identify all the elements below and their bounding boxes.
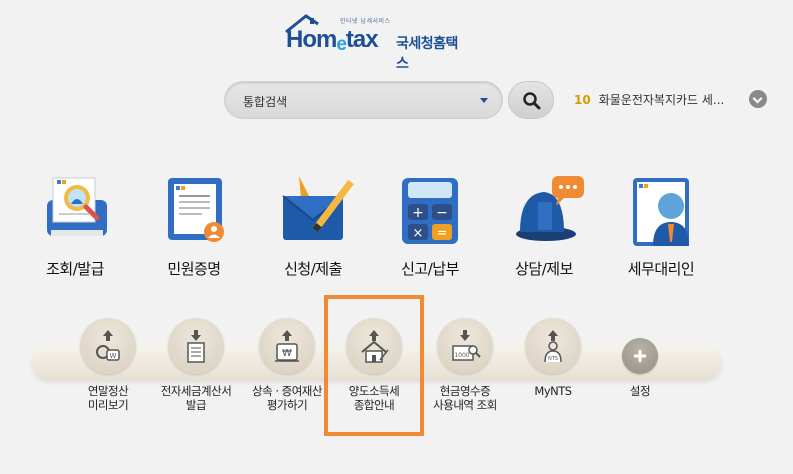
user-nts-icon: NTS [525,318,581,374]
ticker-text: 화물운전자복지카드 세... [598,93,725,107]
sub-inheritance-valuation[interactable]: ₩ 상속 · 증여재산 평가하기 [244,318,330,412]
popular-search-ticker[interactable]: 10 화물운전자복지카드 세... [574,91,724,108]
sub-label: 현금영수증 사용내역 조회 [433,384,497,412]
search-icon [523,92,541,110]
sub-settings[interactable]: 설정 [597,318,683,398]
chat-bubble-icon [502,170,586,254]
envelope-pencil-icon [271,170,355,254]
sub-e-invoice[interactable]: 전자세금계산서 발급 [153,318,239,412]
svg-text:W: W [110,352,117,360]
invoice-icon [168,318,224,374]
ticker-expand-icon[interactable] [749,90,767,108]
receipt-search-icon: 1000 [437,318,493,374]
sub-label: 상속 · 증여재산 평가하기 [252,384,322,412]
svg-text:1000: 1000 [454,352,469,359]
sub-label: 설정 [629,384,651,398]
svg-text:NTS: NTS [548,356,558,362]
hometax-logo[interactable]: 인터넷 납세서비스 Hometax 국세청홈택스 [282,12,462,72]
menu-label: 세무대리인 [627,260,695,278]
coins-icon: W [80,318,136,374]
menu-label: 민원증명 [167,260,221,278]
menu-label: 신청/제출 [284,260,342,278]
calculator-icon: + − × = [388,170,472,254]
menu-label: 조회/발급 [46,260,104,278]
svg-text:−: − [436,205,448,221]
brand-name: Hometax [286,26,379,55]
menu-label: 상담/제보 [515,260,573,278]
menu-tax-agent[interactable]: 세무대리인 [606,170,716,282]
menu-certificate[interactable]: 민원증명 [139,170,249,282]
chevron-down-icon [480,98,488,103]
brand-subtitle: 인터넷 납세서비스 [340,18,391,25]
integrated-search-select[interactable]: 통합검색 [224,81,503,119]
sub-cash-receipt[interactable]: 1000 현금영수증 사용내역 조회 [422,318,508,412]
won-box-icon: ₩ [259,318,315,374]
magnifier-document-icon [33,170,117,254]
search-button[interactable] [508,81,554,119]
svg-text:=: = [437,226,448,241]
sub-label: 연말정산 미리보기 [87,384,129,412]
ticker-rank: 10 [574,93,591,107]
sub-label: MyNTS [534,384,572,398]
agent-person-icon [619,170,703,254]
sub-mynts[interactable]: NTS MyNTS [510,318,596,398]
sub-label: 전자세금계산서 발급 [160,384,232,412]
menu-consult[interactable]: 상담/제보 [489,170,599,282]
sub-year-end-settlement[interactable]: W 연말정산 미리보기 [65,318,151,412]
plus-icon [622,338,658,374]
menu-inquiry-issue[interactable]: 조회/발급 [20,170,130,282]
svg-text:₩: ₩ [282,348,292,359]
search-scope-label: 통합검색 [243,95,288,109]
brand-korean: 국세청홈택스 [396,36,458,72]
menu-report-payment[interactable]: + − × = 신고/납부 [375,170,485,282]
svg-text:+: + [412,205,424,221]
svg-text:×: × [413,226,424,241]
menu-label: 신고/납부 [401,260,459,278]
highlight-box [324,295,424,436]
menu-application[interactable]: 신청/제출 [258,170,368,282]
certificate-icon [152,170,236,254]
